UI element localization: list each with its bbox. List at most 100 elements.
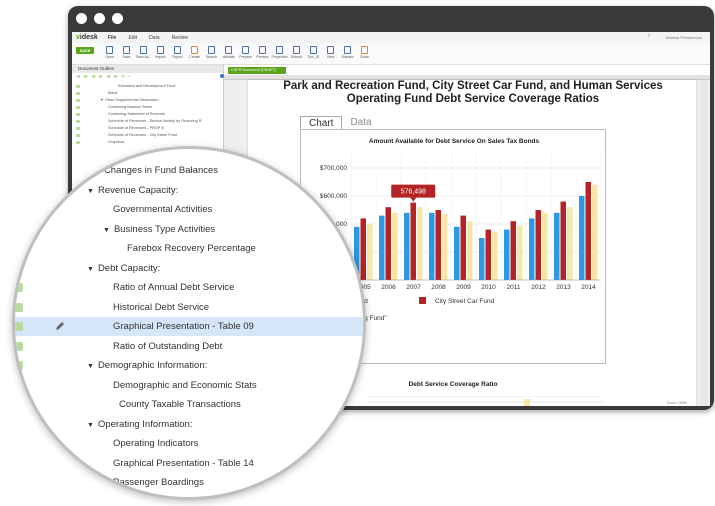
tooltip-pointer bbox=[410, 197, 417, 202]
outline-item[interactable]: Historical Debt Service bbox=[15, 298, 363, 317]
outline-item-text: Graphical Presentation - Table 09 bbox=[113, 321, 254, 332]
outline-item-label: Farebox Recovery Percentage bbox=[127, 239, 256, 258]
outline-item-label: Operating Expenses (Bus & M bbox=[113, 493, 241, 498]
toolbar-discard-button[interactable]: Discard bbox=[340, 43, 355, 59]
close-icon bbox=[361, 46, 368, 54]
expand-triangle-icon[interactable]: ▼ bbox=[87, 266, 94, 273]
menu-review[interactable]: Review bbox=[172, 35, 188, 41]
tab-chart[interactable]: Chart bbox=[300, 116, 343, 130]
discard-icon bbox=[344, 46, 351, 54]
toolbar-export-button[interactable]: Export bbox=[170, 43, 185, 59]
outline-item-text: Operating Expenses (Bus & M bbox=[113, 497, 241, 498]
outline-item[interactable]: ▼ Debt Capacity: bbox=[15, 259, 363, 279]
expand-triangle-icon[interactable]: ▼ bbox=[93, 168, 100, 175]
save-button[interactable]: SAVE bbox=[76, 47, 94, 54]
outline-item[interactable]: County Taxable Transactions bbox=[15, 395, 363, 414]
user-menu[interactable]: Sidebar Preferences bbox=[666, 35, 702, 40]
outline-item[interactable]: Graphical Presentation - Table 09 bbox=[15, 317, 363, 336]
minimize-window-dot[interactable] bbox=[94, 13, 105, 24]
outline-row-label: Schedule of Revenues - City Street Fund bbox=[108, 133, 178, 137]
menu-data[interactable]: Data bbox=[149, 35, 160, 41]
bar bbox=[579, 196, 585, 280]
search-icon bbox=[208, 46, 215, 54]
outline-item[interactable]: Operating Expenses (Bus & M bbox=[15, 493, 363, 498]
toolbar-properties-button[interactable]: Properties bbox=[272, 43, 287, 59]
menu-file[interactable]: File bbox=[108, 35, 117, 41]
open-icon bbox=[106, 46, 113, 54]
outline-item[interactable]: Operating Indicators bbox=[15, 434, 363, 453]
vertical-scrollbar[interactable] bbox=[700, 80, 708, 406]
pencil-edit-icon[interactable] bbox=[55, 321, 65, 331]
zoom-label[interactable]: Zoom: 100% bbox=[667, 401, 687, 405]
toolbar-open-button[interactable]: Open bbox=[102, 43, 117, 59]
outline-row[interactable]: Combining Balance Sheet bbox=[72, 104, 224, 111]
outline-row[interactable]: Blank bbox=[72, 90, 224, 97]
outline-row[interactable]: Schedule of Revenues - PROP B bbox=[72, 125, 224, 132]
expand-triangle-icon[interactable]: ▼ bbox=[87, 422, 94, 429]
outline-row[interactable]: Education and Development Fund bbox=[72, 83, 224, 90]
toolbar-import-button[interactable]: Import bbox=[153, 43, 168, 59]
toolbar-prepare-button[interactable]: Prepare bbox=[238, 43, 253, 59]
toolbar-create-button[interactable]: Create bbox=[187, 43, 202, 59]
outline-row[interactable]: Schedule of Revenues - Service Activity … bbox=[72, 118, 224, 125]
menu-edit[interactable]: Edit bbox=[128, 35, 137, 41]
document-tab[interactable]: CAFR Document (DRAFT) bbox=[228, 67, 286, 74]
toolbar-doc-id-button[interactable]: Doc_ID bbox=[306, 43, 321, 59]
expand-triangle-icon[interactable]: ▼ bbox=[87, 188, 94, 195]
help-icon[interactable]: ? bbox=[647, 34, 650, 40]
outline-item-text: County Taxable Transactions bbox=[119, 399, 241, 410]
expand-triangle-icon[interactable]: ▼ bbox=[87, 363, 94, 370]
toolbar-label: Export bbox=[172, 55, 183, 59]
outline-item[interactable]: Ratio of Annual Debt Service bbox=[15, 278, 363, 297]
close-window-dot[interactable] bbox=[76, 13, 87, 24]
outline-item[interactable]: Ratio of Outstanding Debt bbox=[15, 337, 363, 356]
toolbar-view-button[interactable]: View bbox=[323, 43, 338, 59]
bar bbox=[460, 215, 466, 280]
tooltip-value: 576,498 bbox=[401, 189, 426, 196]
outline-row[interactable]: Combining Statement of Revenue bbox=[72, 111, 224, 118]
toolbar-search-button[interactable]: Search bbox=[204, 43, 219, 59]
toolbar-label: Import bbox=[155, 55, 166, 59]
toolbar-save-as-button[interactable]: Save As... bbox=[136, 43, 151, 59]
toolbar-label: Preview bbox=[256, 55, 269, 59]
maximize-window-dot[interactable] bbox=[112, 13, 123, 24]
submit-icon bbox=[293, 46, 300, 54]
create-icon bbox=[191, 46, 198, 54]
toolbar-label: Save As... bbox=[135, 55, 152, 59]
app-logo: videsk bbox=[76, 34, 98, 41]
toolbar-save-button[interactable]: Save bbox=[119, 43, 134, 59]
outline-item[interactable]: Farebox Recovery Percentage bbox=[15, 239, 363, 258]
outline-item[interactable]: ▼ Changes in Fund Balances bbox=[15, 161, 363, 180]
bar bbox=[410, 202, 416, 280]
outline-item[interactable]: ▼ Business Type Activities bbox=[15, 220, 363, 239]
outline-item[interactable]: Passenger Boardings bbox=[15, 473, 363, 492]
outline-item-text: Demographic Information: bbox=[97, 360, 208, 371]
bar bbox=[560, 201, 566, 280]
outline-row[interactable]: Schedule of Revenues - City Street Fund bbox=[72, 132, 224, 139]
toolbar-submit-button[interactable]: Submit bbox=[289, 43, 304, 59]
outline-item[interactable]: ▼ Demographic Information: bbox=[15, 356, 363, 375]
status-bullet-icon bbox=[76, 134, 80, 137]
outline-item[interactable]: ▼ Revenue Capacity: bbox=[15, 181, 363, 200]
outline-item-label: ▼ Debt Capacity: bbox=[87, 259, 160, 279]
outline-item[interactable]: ▼ Operating Information: bbox=[15, 415, 363, 434]
toolbar-validate-button[interactable]: Validate bbox=[221, 43, 236, 59]
outline-tools[interactable]: ⊲ ⊳ ⊲ ⊳ ⊲ ⊳ + − bbox=[72, 73, 223, 81]
toolbar-close-button[interactable]: Close bbox=[357, 43, 372, 59]
outline-row[interactable]: Graphical... bbox=[72, 139, 224, 146]
outline-item-text: Revenue Capacity: bbox=[97, 184, 179, 196]
preview-icon bbox=[259, 46, 266, 54]
outline-row[interactable]: ▼ Other Supplemental Information bbox=[72, 97, 224, 104]
outline-item[interactable]: Demographic and Economic Stats bbox=[15, 376, 363, 395]
outline-item[interactable]: Graphical Presentation - Table 14 bbox=[15, 454, 363, 473]
outline-item[interactable]: Governmental Activities bbox=[15, 200, 363, 219]
x-tick-label: 2009 bbox=[456, 284, 471, 291]
tab-data[interactable]: Data bbox=[342, 116, 379, 130]
outline-row-label: ▼ Other Supplemental Information bbox=[100, 98, 159, 102]
expand-triangle-icon[interactable]: ▼ bbox=[103, 227, 110, 234]
toolbar-preview-button[interactable]: Preview bbox=[255, 43, 270, 59]
status-bullet-icon bbox=[76, 127, 80, 130]
bar bbox=[504, 229, 510, 280]
x-tick-label: 2014 bbox=[581, 284, 596, 291]
toolbar-label: Validate bbox=[222, 55, 235, 59]
